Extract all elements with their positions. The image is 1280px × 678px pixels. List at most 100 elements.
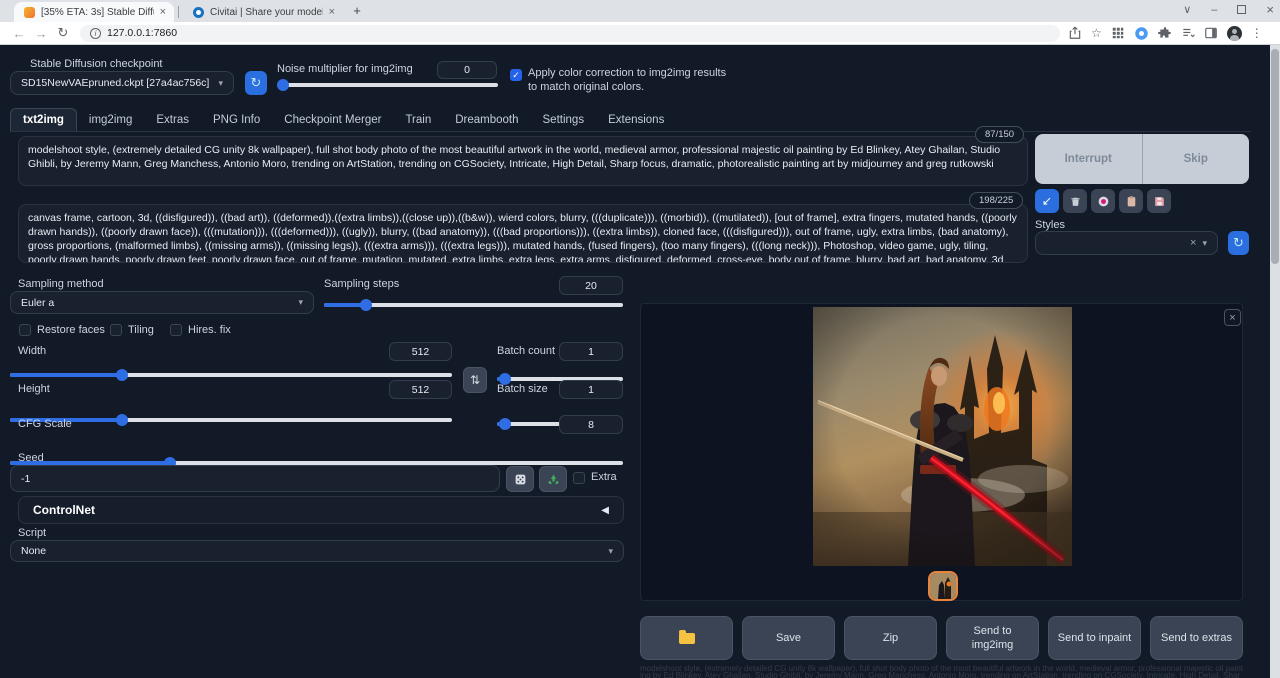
- browser-tab-stable-diffusion[interactable]: [35% ETA: 3s] Stable Diffusion ×: [14, 2, 174, 22]
- apply-styles-button[interactable]: [1119, 189, 1143, 213]
- noise-multiplier-input[interactable]: 0: [437, 61, 497, 79]
- negative-prompt-textarea[interactable]: canvas frame, cartoon, 3d, ((disfigured)…: [18, 204, 1028, 263]
- height-input[interactable]: 512: [389, 380, 452, 399]
- site-info-icon[interactable]: i: [90, 28, 101, 39]
- seed-input[interactable]: -1: [10, 465, 500, 492]
- clear-prompt-button[interactable]: [1063, 189, 1087, 213]
- styles-label: Styles: [1035, 219, 1065, 231]
- cfg-scale-label: CFG Scale: [18, 418, 72, 430]
- controlnet-accordion[interactable]: ControlNet ◀: [18, 496, 624, 524]
- sampling-method-dropdown[interactable]: Euler a ▾: [10, 291, 314, 314]
- negative-prompt-token-counter: 198/225: [969, 192, 1023, 209]
- generated-image-art: [813, 307, 1072, 566]
- window-controls: ∨ – ×: [1183, 2, 1274, 17]
- restore-icon[interactable]: [1237, 5, 1246, 14]
- tab-extensions[interactable]: Extensions: [596, 109, 676, 131]
- scrollbar-thumb[interactable]: [1271, 49, 1279, 264]
- send-to-img2img-button[interactable]: Send to img2img: [946, 616, 1039, 660]
- skip-button[interactable]: Skip: [1143, 134, 1250, 184]
- generated-image[interactable]: [813, 307, 1072, 566]
- gallery-thumbnail-selected[interactable]: [928, 571, 958, 601]
- browser-tab-civitai[interactable]: Civitai | Share your models ×: [183, 2, 343, 22]
- interrupt-button[interactable]: Interrupt: [1035, 134, 1143, 184]
- tab-checkpoint-merger[interactable]: Checkpoint Merger: [272, 109, 393, 131]
- tab-settings[interactable]: Settings: [531, 109, 597, 131]
- open-folder-button[interactable]: [640, 616, 733, 660]
- seed-label: Seed: [18, 452, 44, 464]
- style-palette-button[interactable]: [1091, 189, 1115, 213]
- script-label: Script: [18, 527, 46, 539]
- browser-kebab-menu-icon[interactable]: ⋮: [1251, 26, 1263, 40]
- zip-button[interactable]: Zip: [844, 616, 937, 660]
- send-to-inpaint-button[interactable]: Send to inpaint: [1048, 616, 1141, 660]
- tab-close-icon[interactable]: ×: [329, 6, 335, 18]
- tab-extras[interactable]: Extras: [144, 109, 201, 131]
- close-gallery-icon[interactable]: ×: [1224, 309, 1241, 326]
- output-button-row: Save Zip Send to img2img Send to inpaint…: [640, 616, 1243, 660]
- profile-avatar[interactable]: [1227, 26, 1242, 41]
- tiling-checkbox[interactable]: [110, 324, 122, 336]
- tab-dreambooth[interactable]: Dreambooth: [443, 109, 530, 131]
- browser-menu-icon[interactable]: ∨: [1183, 3, 1191, 16]
- main-tab-bar: txt2img img2img Extras PNG Info Checkpoi…: [10, 106, 1251, 132]
- styles-dropdown[interactable]: × ▾: [1035, 231, 1218, 255]
- swap-width-height-button[interactable]: ⇅: [463, 367, 487, 393]
- tab-png-info[interactable]: PNG Info: [201, 109, 272, 131]
- cfg-scale-input[interactable]: 8: [559, 415, 623, 434]
- color-correction-checkbox[interactable]: ✓: [510, 69, 522, 81]
- screen: [35% ETA: 3s] Stable Diffusion × Civitai…: [0, 0, 1280, 678]
- tab-divider: [178, 6, 179, 18]
- width-slider[interactable]: [10, 373, 452, 377]
- batch-count-input[interactable]: 1: [559, 342, 623, 361]
- tab-train[interactable]: Train: [393, 109, 443, 131]
- tab-img2img[interactable]: img2img: [77, 109, 144, 131]
- sampling-steps-input[interactable]: 20: [559, 276, 623, 295]
- tab-close-icon[interactable]: ×: [160, 6, 166, 18]
- tab-title: Civitai | Share your models: [210, 7, 323, 18]
- side-panel-icon[interactable]: [1204, 26, 1218, 40]
- random-seed-button[interactable]: [506, 466, 534, 492]
- hires-fix-label: Hires. fix: [188, 324, 231, 336]
- save-button[interactable]: Save: [742, 616, 835, 660]
- refresh-checkpoints-button[interactable]: ↻: [245, 71, 267, 95]
- paste-generation-params-button[interactable]: ↙: [1035, 189, 1059, 213]
- chevron-down-icon: ▾: [1202, 238, 1207, 249]
- sampling-steps-slider[interactable]: [324, 303, 623, 307]
- save-style-button[interactable]: [1147, 189, 1171, 213]
- send-to-extras-button[interactable]: Send to extras: [1150, 616, 1243, 660]
- minimize-icon[interactable]: –: [1211, 4, 1217, 16]
- close-window-icon[interactable]: ×: [1266, 2, 1274, 17]
- clipboard-icon: [1125, 195, 1138, 208]
- reading-list-icon[interactable]: [1181, 26, 1195, 40]
- browser-tabstrip: [35% ETA: 3s] Stable Diffusion × Civitai…: [0, 0, 1280, 22]
- width-input[interactable]: 512: [389, 342, 452, 361]
- chevron-down-icon: ▾: [298, 297, 303, 308]
- prompt-textarea[interactable]: modelshoot style, (extremely detailed CG…: [18, 136, 1028, 186]
- refresh-styles-button[interactable]: ↻: [1228, 231, 1249, 255]
- controlnet-label: ControlNet: [33, 503, 95, 517]
- extra-seed-checkbox[interactable]: [573, 472, 585, 484]
- reload-icon[interactable]: ↻: [52, 25, 74, 41]
- reuse-seed-button[interactable]: [539, 466, 567, 492]
- noise-multiplier-label: Noise multiplier for img2img: [277, 63, 413, 75]
- back-icon[interactable]: ←: [8, 26, 30, 41]
- checkpoint-dropdown[interactable]: SD15NewVAEpruned.ckpt [27a4ac756c] ▾: [10, 71, 234, 95]
- tab-txt2img[interactable]: txt2img: [10, 108, 77, 131]
- clear-styles-icon[interactable]: ×: [1190, 237, 1196, 249]
- script-dropdown[interactable]: None ▾: [10, 540, 624, 562]
- url-omnibox[interactable]: i 127.0.0.1:7860: [80, 25, 1060, 42]
- noise-multiplier-slider[interactable]: [277, 83, 498, 87]
- bookmark-star-icon[interactable]: ☆: [1091, 26, 1102, 40]
- restore-faces-checkbox[interactable]: [19, 324, 31, 336]
- apps-grid-icon[interactable]: [1111, 26, 1125, 40]
- share-icon[interactable]: [1068, 26, 1082, 40]
- forward-icon[interactable]: →: [30, 26, 52, 41]
- new-tab-button[interactable]: +: [349, 3, 365, 19]
- page-scrollbar[interactable]: [1270, 45, 1280, 678]
- extension-badge-icon[interactable]: [1134, 26, 1149, 41]
- gradio-favicon: [24, 7, 35, 18]
- batch-size-input[interactable]: 1: [559, 380, 623, 399]
- extensions-puzzle-icon[interactable]: [1158, 26, 1172, 40]
- height-slider[interactable]: [10, 418, 452, 422]
- hires-fix-checkbox[interactable]: [170, 324, 182, 336]
